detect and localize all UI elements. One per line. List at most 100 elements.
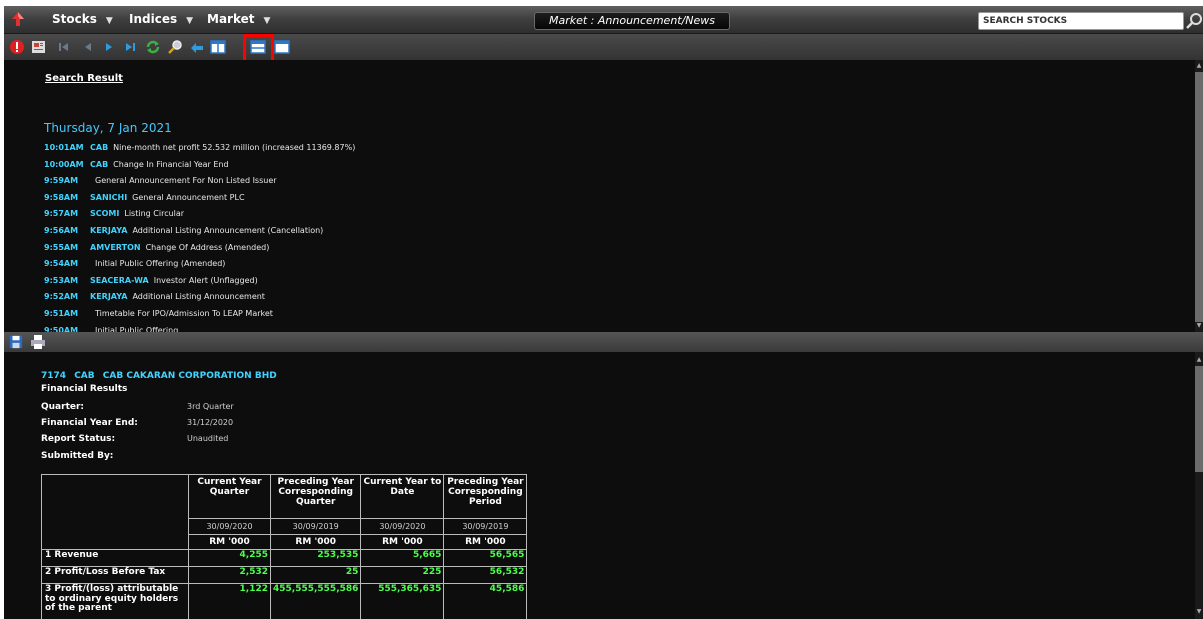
announcement-title: Listing Circular (124, 209, 185, 219)
table-row-revenue: 1 Revenue 4,255 253,535 5,665 56,565 (41, 549, 528, 567)
info-row-financial-year-end: Financial Year End: 31/12/2020 (41, 418, 233, 428)
next-icon[interactable] (101, 39, 117, 55)
column-unit: RM '000 (188, 534, 271, 550)
chevron-down-icon: ▼ (186, 16, 194, 26)
column-header: Current Year to Date (360, 474, 445, 519)
announcement-item[interactable]: 9:53AM SEACERA-WA Investor Alert (Unflagge… (44, 276, 355, 293)
stock-short-name: CAB (74, 371, 95, 381)
announcement-stock-code: CAB (90, 143, 109, 152)
lower-scrollbar[interactable]: ▲ ▼ (1195, 352, 1203, 619)
announcement-time: 9:58AM (44, 192, 79, 202)
column-header: Preceding Year Corresponding Period (443, 474, 528, 519)
last-page-icon[interactable] (122, 39, 138, 55)
app-logo-icon[interactable] (10, 11, 26, 27)
announcement-item[interactable]: 9:51AM Timetable For IPO/Admission To LEA… (44, 309, 355, 326)
search-result-link[interactable]: Search Result (45, 73, 123, 84)
nav-stocks-menu[interactable]: Stocks ▼ (52, 12, 113, 26)
column-date: 30/09/2019 (269, 518, 362, 535)
announcement-title: Nine-month net profit 52.532 million (in… (113, 143, 356, 152)
cell-value: 56,565 (443, 549, 528, 567)
info-label: Financial Year End: (41, 418, 138, 428)
nav-indices-menu[interactable]: Indices ▼ (129, 12, 193, 26)
back-icon[interactable] (189, 39, 205, 55)
magnifier-icon[interactable] (167, 39, 183, 55)
cell-value: 2,532 (188, 566, 271, 584)
previous-icon[interactable] (80, 39, 96, 55)
table-corner-cell (41, 474, 189, 550)
print-icon[interactable] (30, 334, 46, 350)
announcement-stock-code: KERJAYA (90, 292, 128, 302)
column-header: Current Year Quarter (188, 474, 271, 519)
announcement-item[interactable]: 9:52AM KERJAYA Additional Listing Announce… (44, 292, 355, 309)
nav-market-menu[interactable]: Market ▼ (207, 12, 270, 26)
cell-value: 25 (269, 566, 362, 584)
nav-stocks-label: Stocks (52, 12, 97, 26)
news-icon[interactable] (31, 39, 47, 55)
window-title: Market : Announcement/News (534, 12, 730, 30)
announcement-stock-code: SEACERA-WA (90, 275, 149, 285)
announcement-title: General Announcement For Non Listed Issu… (95, 176, 277, 186)
search-icon[interactable] (1185, 12, 1203, 30)
announcement-item[interactable]: 10:00AM CAB Change In Financial Year End (44, 160, 355, 177)
announcement-time: 9:59AM (44, 176, 79, 186)
cell-value: 4,255 (188, 549, 271, 567)
nav-indices-label: Indices (129, 12, 178, 26)
company-name: CAB CAKARAN CORPORATION BHD (102, 371, 277, 381)
date-heading: Thursday, 7 Jan 2021 (44, 121, 172, 135)
table-row-profit-attributable: 3 Profit/(loss) attributable to ordinary… (41, 583, 528, 619)
announcement-item[interactable]: 9:59AM General Announcement For Non Liste… (44, 176, 355, 193)
announcement-item[interactable]: 9:58AM SANICHI General Announcement PLC (44, 193, 355, 210)
announcement-time: 9:52AM (44, 292, 79, 302)
scroll-down-icon[interactable]: ▼ (1195, 322, 1203, 329)
announcement-item[interactable]: 10:01AM CAB Nine-month net profit 52.532 m… (44, 143, 355, 160)
column-date: 30/09/2019 (443, 518, 528, 535)
row-label: 1 Revenue (41, 549, 189, 567)
cell-value: 1,122 (188, 583, 271, 619)
toolbar (4, 34, 1203, 60)
refresh-icon[interactable] (145, 39, 161, 55)
cell-value: 253,535 (269, 549, 362, 567)
announcement-item[interactable]: 9:54AM Initial Public Offering (Amended) (44, 259, 355, 276)
info-label: Submitted By: (41, 451, 114, 461)
cell-value: 5,665 (360, 549, 445, 567)
announcement-list: 10:01AM CAB Nine-month net profit 52.532 m… (44, 143, 355, 332)
announcement-time: 10:00AM (44, 159, 84, 169)
cell-value: 56,532 (443, 566, 528, 584)
save-icon[interactable] (9, 335, 23, 349)
scroll-up-icon[interactable]: ▲ (1195, 356, 1203, 363)
table-row-profit-before-tax: 2 Profit/Loss Before Tax 2,532 25 225 56… (41, 566, 528, 584)
announcement-title: Timetable For IPO/Admission To LEAP Mark… (95, 308, 273, 318)
announcement-item[interactable]: 9:55AM AMVERTON Change Of Address (Amended… (44, 243, 355, 260)
split-vertical-icon[interactable] (210, 39, 226, 55)
announcement-time: 9:51AM (44, 308, 79, 318)
announcement-time: 9:54AM (44, 259, 79, 269)
info-value: 3rd Quarter (187, 402, 234, 411)
column-unit: RM '000 (443, 534, 528, 550)
scroll-thumb[interactable] (1195, 366, 1203, 472)
announcement-time: 9:55AM (44, 242, 79, 252)
announcement-stock-code: AMVERTON (90, 242, 141, 252)
announcement-item[interactable]: 9:56AM KERJAYA Additional Listing Announce… (44, 226, 355, 243)
announcement-item[interactable]: 9:57AM SCOMI Listing Circular (44, 209, 355, 226)
announcement-title: Change Of Address (Amended) (145, 242, 270, 252)
first-page-icon[interactable] (56, 39, 72, 55)
scroll-up-icon[interactable]: ▲ (1195, 62, 1203, 69)
single-pane-icon[interactable] (274, 39, 290, 55)
info-label: Quarter: (41, 402, 85, 412)
announcement-title: Initial Public Offering (Amended) (95, 259, 226, 269)
company-heading: 7174 CAB CAB CAKARAN CORPORATION BHD (41, 371, 282, 381)
section-title: Financial Results (41, 384, 128, 394)
scroll-down-icon[interactable]: ▼ (1195, 608, 1203, 615)
search-stocks-input[interactable] (978, 12, 1184, 30)
announcement-title: Additional Listing Announcement (Cancell… (132, 225, 324, 235)
upper-scrollbar[interactable]: ▲ ▼ (1195, 60, 1203, 332)
chevron-down-icon: ▼ (263, 16, 271, 26)
scroll-thumb[interactable] (1195, 72, 1203, 322)
cell-value: 45,586 (443, 583, 528, 619)
info-row-submitted-by: Submitted By: (41, 451, 187, 461)
announcement-time: 9:57AM (44, 209, 79, 219)
detail-toolbar (4, 332, 1203, 352)
column-header: Preceding Year Corresponding Quarter (269, 474, 362, 519)
column-date: 30/09/2020 (360, 518, 445, 535)
alert-icon[interactable] (9, 39, 25, 55)
